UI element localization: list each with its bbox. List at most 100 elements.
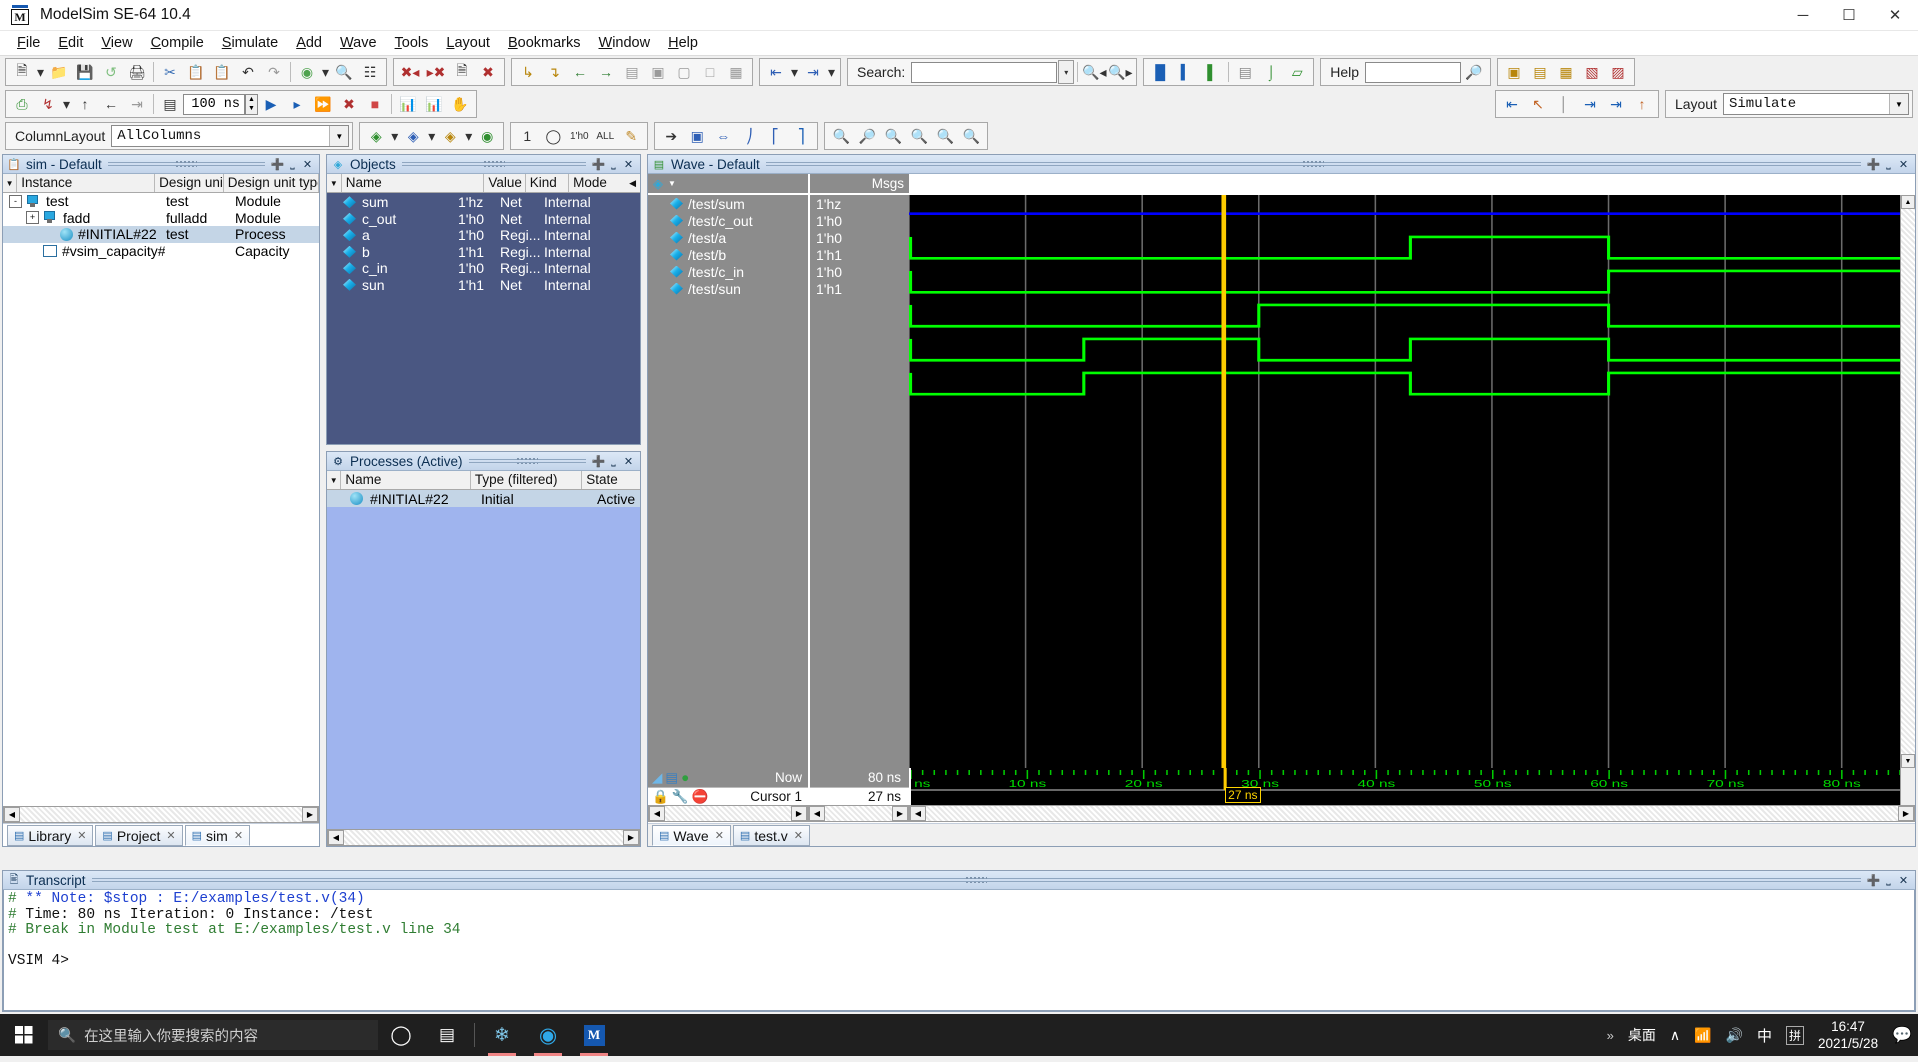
sim-tool-4-icon[interactable]: ▧: [1579, 60, 1605, 84]
step-dropdown-icon[interactable]: ▾: [61, 92, 72, 116]
menu-add[interactable]: Add: [287, 32, 331, 54]
help-search-icon[interactable]: 🔎: [1461, 60, 1487, 84]
compile-icon[interactable]: ◉: [294, 60, 320, 84]
column-value[interactable]: Value: [484, 174, 526, 192]
cursor-last-icon[interactable]: ⇥: [1603, 92, 1629, 116]
zoom-last-icon[interactable]: 🔍: [958, 124, 984, 148]
wave-signal-names[interactable]: /test/sum/test/c_out/test/a/test/b/test/…: [648, 195, 808, 768]
expand-icon[interactable]: □: [697, 60, 723, 84]
sim-tree-row[interactable]: - test test Module: [3, 193, 319, 210]
taskbar-app-edge[interactable]: ◉: [525, 1014, 571, 1056]
chevron-down-icon[interactable]: ▼: [329, 126, 349, 146]
wave-panel-dock-icon[interactable]: ➕: [1867, 158, 1881, 171]
cursor-tool-icon[interactable]: 🔧: [672, 789, 689, 805]
open-folder-icon[interactable]: 📁: [46, 60, 72, 84]
column-design-unit-type[interactable]: Design unit type: [224, 174, 319, 192]
new-file-dropdown-icon[interactable]: ▾: [35, 60, 46, 84]
group-icon[interactable]: ▤: [619, 60, 645, 84]
column-mode[interactable]: Mode: [569, 174, 625, 192]
chevron-down-icon[interactable]: ▼: [668, 179, 676, 188]
wave-signal-row[interactable]: /test/c_in: [648, 263, 808, 280]
sim-tree-row[interactable]: #vsim_capacity# Capacity: [3, 243, 319, 260]
select-arrow-icon[interactable]: ➔: [658, 124, 684, 148]
objects-panel-close-icon[interactable]: ✕: [622, 158, 635, 171]
step-back-icon[interactable]: ←: [98, 92, 124, 116]
save-icon[interactable]: 💾: [72, 60, 98, 84]
redo-icon[interactable]: ↷: [261, 60, 287, 84]
cursor-value[interactable]: 27 ns: [810, 787, 909, 805]
sim-tree-row[interactable]: + fadd fulladd Module: [3, 210, 319, 227]
processes-hscrollbar[interactable]: ◀ ▶: [327, 829, 640, 846]
run-icon[interactable]: ▶: [258, 92, 284, 116]
column-name[interactable]: Name: [341, 471, 471, 489]
radix-all-icon[interactable]: ALL: [592, 124, 618, 148]
cut-icon[interactable]: ✂: [157, 60, 183, 84]
tab-library[interactable]: ▤ Library ✕: [7, 825, 94, 846]
column-state[interactable]: State: [582, 471, 640, 489]
objects-row[interactable]: b 1'h1 Regi... Internal: [327, 244, 640, 261]
continue-run-icon[interactable]: ▸: [284, 92, 310, 116]
minimize-button[interactable]: ─: [1780, 0, 1826, 31]
notifications-icon[interactable]: 💬: [1892, 1025, 1912, 1045]
sim-panel-dock-icon[interactable]: ➕: [271, 158, 285, 171]
filter-all-icon[interactable]: ◉: [474, 124, 500, 148]
waveform-canvas[interactable]: [908, 195, 1900, 768]
scroll-left-icon[interactable]: ◀: [4, 807, 20, 822]
wave-panel-close-icon[interactable]: ✕: [1897, 158, 1910, 171]
sim-hscrollbar[interactable]: ◀ ▶: [3, 806, 319, 823]
wave-format-3-icon[interactable]: ▌: [1199, 60, 1225, 84]
nav-forward-icon[interactable]: ⇥: [800, 60, 826, 84]
wave-signal-row[interactable]: /test/sun: [648, 280, 808, 297]
menu-wave[interactable]: Wave: [331, 32, 386, 54]
volume-icon[interactable]: 🔊: [1726, 1027, 1743, 1044]
tree-expander[interactable]: +: [26, 211, 39, 225]
step-up-icon[interactable]: ↑: [72, 92, 98, 116]
nav-back-dropdown-icon[interactable]: ▾: [789, 60, 800, 84]
sort-indicator-icon[interactable]: ▼: [327, 174, 342, 192]
taskbar-app-photos[interactable]: ❄: [479, 1014, 525, 1056]
break-prev-icon[interactable]: ✖◂: [397, 60, 423, 84]
scroll-right-icon[interactable]: ▶: [1898, 806, 1914, 821]
filter-regs-icon[interactable]: ◈: [437, 124, 463, 148]
objects-panel-undock-icon[interactable]: ⎵: [607, 158, 620, 171]
step-over-icon[interactable]: ⇥: [124, 92, 150, 116]
filter-nets-dropdown-icon[interactable]: ▾: [426, 124, 437, 148]
scroll-left-icon[interactable]: ◀: [649, 806, 665, 821]
scroll-up-icon[interactable]: ▲: [1901, 195, 1915, 209]
find-icon[interactable]: 🔍: [331, 60, 357, 84]
undo-icon[interactable]: ↶: [235, 60, 261, 84]
tray-expand-icon[interactable]: ∧: [1670, 1027, 1680, 1044]
wave-step-icon[interactable]: ▱: [1284, 60, 1310, 84]
time-axis[interactable]: ns 10 ns 20 ns 30 ns 40 ns 50 ns 60 ns 70 ns 80 …: [909, 768, 1901, 805]
objects-row[interactable]: sun 1'h1 Net Internal: [327, 277, 640, 294]
cortana-button[interactable]: ◯: [378, 1014, 424, 1056]
menu-bookmarks[interactable]: Bookmarks: [499, 32, 590, 54]
layout-combo[interactable]: Simulate ▼: [1723, 93, 1909, 115]
tab-test-v[interactable]: ▤ test.v ✕: [732, 825, 810, 846]
breakpoint-list-icon[interactable]: 🗎: [449, 60, 475, 84]
columns-icon[interactable]: ☷: [357, 60, 383, 84]
wave-panel-undock-icon[interactable]: ⎵: [1882, 158, 1895, 171]
objects-panel-dock-icon[interactable]: ➕: [592, 158, 606, 171]
wave-signal-row[interactable]: /test/b: [648, 246, 808, 263]
radix-color-icon[interactable]: ✎: [618, 124, 644, 148]
wave-format-2-icon[interactable]: ▍: [1173, 60, 1199, 84]
column-kind[interactable]: Kind: [526, 174, 570, 192]
stop-icon[interactable]: ■: [362, 92, 388, 116]
wave-signal-row[interactable]: /test/sum: [648, 195, 808, 212]
sim-tool-1-icon[interactable]: ▣: [1501, 60, 1527, 84]
columnlayout-combo[interactable]: AllColumns ▼: [111, 125, 350, 147]
sort-indicator-icon[interactable]: ▼: [327, 471, 342, 489]
taskbar-search[interactable]: 🔍 在这里输入你要搜索的内容: [48, 1020, 378, 1050]
measure-icon[interactable]: ⇔: [710, 124, 736, 148]
cursor-row[interactable]: 🔒 🔧 ⛔ Cursor 1: [648, 787, 808, 805]
delete-cursor-icon[interactable]: ⛔: [692, 789, 709, 805]
wave-edit-2-icon[interactable]: ⎡: [762, 124, 788, 148]
wave-signal-row[interactable]: /test/a: [648, 229, 808, 246]
delete-breakpoints-icon[interactable]: ✖: [475, 60, 501, 84]
transcript-dock-icon[interactable]: ➕: [1867, 874, 1881, 887]
cursor-up-icon[interactable]: ↑: [1629, 92, 1655, 116]
cursor-next-icon[interactable]: ⇥: [1577, 92, 1603, 116]
menu-simulate[interactable]: Simulate: [213, 32, 287, 54]
wave-tool-1-icon[interactable]: ◢: [652, 770, 662, 786]
